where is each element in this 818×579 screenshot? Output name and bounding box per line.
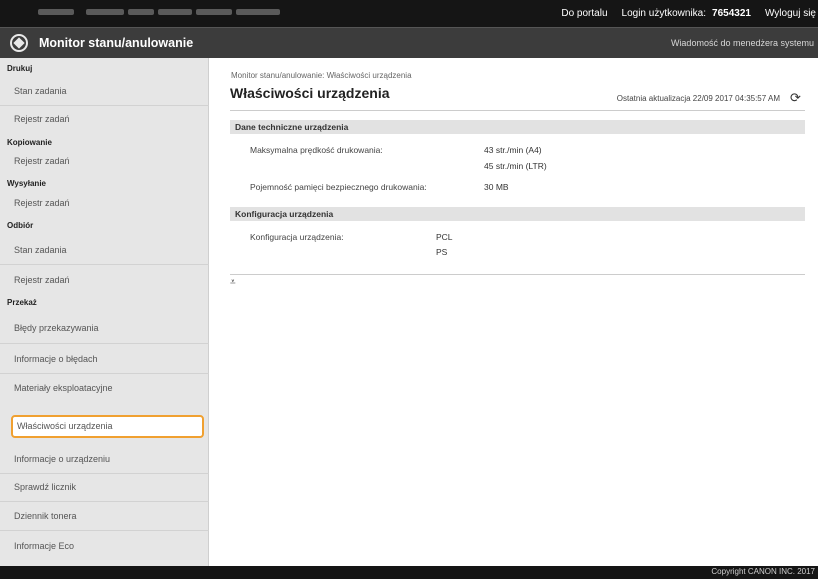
login-value: 7654321 [712,8,751,19]
sidebar-item-send-job-log[interactable]: Rejestr zadań [10,192,203,215]
divider [0,473,209,474]
sidebar-item-receive-job-status[interactable]: Stan zadania [10,239,203,262]
sidebar-item-device-info[interactable]: Informacje o urządzeniu [10,448,203,471]
footer: Copyright CANON INC. 2017 [0,566,818,579]
max-print-speed-ltr: 45 str./min (LTR) [484,161,547,171]
blurred-text [38,9,74,15]
sidebar-category-send: Wysyłanie [7,179,46,188]
secure-print-memory-label: Pojemność pamięci bezpiecznego drukowani… [250,182,427,192]
sidebar-item-print-job-log[interactable]: Rejestr zadań [10,108,203,131]
divider [0,105,209,106]
login-label: Login użytkownika: [621,8,707,19]
sidebar-item-print-job-status[interactable]: Stan zadania [10,80,203,103]
portal-link[interactable]: Do portalu [561,8,607,19]
sidebar-category-print: Drukuj [7,64,33,73]
divider [0,501,209,502]
blurred-text [158,9,192,15]
blurred-text [86,9,124,15]
sidebar-item-toner-log[interactable]: Dziennik tonera [10,505,203,528]
copyright-text: Copyright CANON INC. 2017 [711,567,815,576]
blurred-text [128,9,154,15]
logout-link[interactable]: Wyloguj się [765,8,816,19]
divider [230,274,805,275]
device-config-pcl: PCL [436,232,453,242]
divider [0,264,209,265]
max-print-speed-a4: 43 str./min (A4) [484,145,542,155]
divider [0,343,209,344]
sidebar-item-error-info[interactable]: Informacje o błędach [10,348,203,371]
sidebar-category-receive: Odbiór [7,221,34,230]
divider [0,530,209,531]
secure-print-memory-value: 30 MB [484,182,509,192]
refresh-icon[interactable]: ⟳ [790,91,804,105]
blurred-text [196,9,232,15]
sidebar-item-forwarding-errors[interactable]: Błędy przekazywania [10,317,203,340]
sidebar-item-copy-job-log[interactable]: Rejestr zadań [10,150,203,173]
main-content: Monitor stanu/anulowanie: Właściwości ur… [209,58,818,566]
login-info: Login użytkownika: 7654321 [622,8,751,19]
sidebar-item-receive-job-log[interactable]: Rejestr zadań [10,269,203,292]
app-logo-icon [10,34,28,52]
sidebar-category-forward: Przekaż [7,298,37,307]
manager-message-link[interactable]: Wiadomość do menedżera systemu [671,38,814,48]
device-config-label: Konfiguracja urządzenia: [250,232,344,242]
top-bar: Do portalu Login użytkownika: 7654321 Wy… [0,0,818,27]
blurred-text [236,9,280,15]
divider [0,373,209,374]
divider [230,110,805,111]
app-title: Monitor stanu/anulowanie [39,36,194,50]
sidebar: Drukuj Stan zadania Rejestr zadań Kopiow… [0,58,209,566]
last-update-text: Ostatnia aktualizacja 22/09 2017 04:35:5… [616,94,780,103]
back-to-top-icon[interactable]: ⩡ [230,277,236,288]
sidebar-item-consumables[interactable]: Materiały eksploatacyjne [10,377,203,400]
sidebar-category-copy: Kopiowanie [7,138,52,147]
sidebar-item-check-counter[interactable]: Sprawdź licznik [10,476,203,499]
section-header-device-config: Konfiguracja urządzenia [230,207,805,221]
section-header-tech-data: Dane techniczne urządzenia [230,120,805,134]
header-bar: Monitor stanu/anulowanie Wiadomość do me… [0,27,818,58]
sidebar-item-eco-info[interactable]: Informacje Eco [10,535,203,558]
max-print-speed-label: Maksymalna prędkość drukowania: [250,145,383,155]
breadcrumb: Monitor stanu/anulowanie: Właściwości ur… [231,71,412,80]
device-config-ps: PS [436,247,448,257]
page-title: Właściwości urządzenia [230,85,390,101]
sidebar-item-device-properties[interactable]: Właściwości urządzenia [11,415,204,438]
